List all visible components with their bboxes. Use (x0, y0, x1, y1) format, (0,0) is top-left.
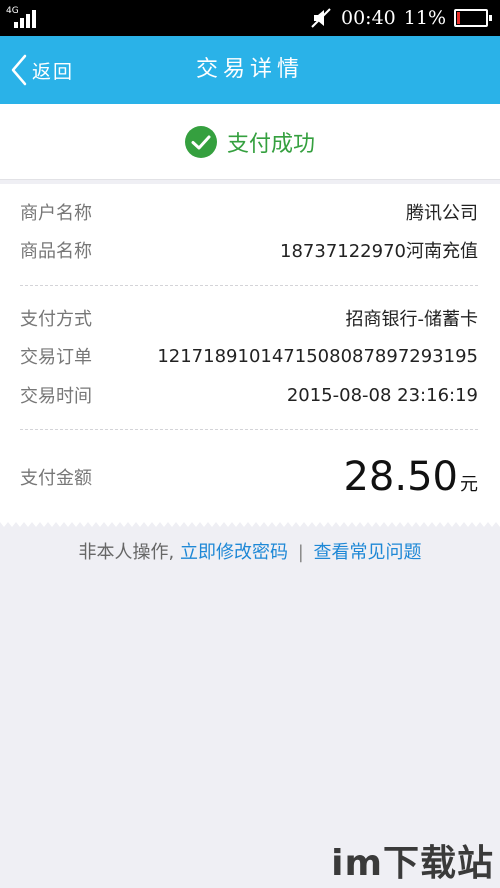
page-title: 交易详情 (195, 57, 304, 82)
result-text: 支付成功 (226, 131, 315, 157)
time-label: 交易时间 (20, 386, 92, 407)
merchant-value: 腾讯公司 (406, 203, 478, 224)
not-me-text: 非本人操作, (78, 542, 175, 563)
battery-percentage: 11% (403, 7, 446, 29)
payment-method-value: 招商银行-储蓄卡 (345, 309, 479, 330)
amount-value: 28.50 元 (343, 454, 478, 500)
divider (20, 285, 478, 286)
watermark: im下载站 (331, 843, 494, 884)
product-row: 商品名称 18737122970河南充值 (20, 231, 478, 269)
battery-level (457, 12, 460, 24)
divider (20, 429, 478, 430)
change-password-link[interactable]: 立即修改密码 (180, 542, 288, 563)
payment-method-label: 支付方式 (20, 309, 92, 330)
order-number-row: 交易订单 1217189101471508087897293195 (20, 337, 478, 375)
time-value: 2015-08-08 23:16:19 (286, 384, 478, 406)
amount-label: 支付金额 (20, 468, 92, 489)
success-check-icon (184, 125, 217, 158)
transaction-details: 商户名称 腾讯公司 商品名称 18737122970河南充值 支付方式 招商银行… (0, 184, 500, 522)
faq-link[interactable]: 查看常见问题 (314, 542, 422, 563)
time-row: 交易时间 2015-08-08 23:16:19 (20, 376, 478, 414)
link-separator: | (297, 542, 304, 563)
order-number-value: 1217189101471508087897293195 (157, 345, 478, 367)
payment-result: 支付成功 (0, 104, 500, 180)
payment-method-row: 支付方式 招商银行-储蓄卡 (20, 299, 478, 337)
status-bar: 4G 00:40 11% (0, 0, 500, 36)
status-time: 00:40 (341, 7, 396, 29)
signal-icon: 4G (6, 6, 36, 30)
product-label: 商品名称 (20, 241, 92, 262)
merchant-label: 商户名称 (20, 203, 92, 224)
amount-number: 28.50 (343, 454, 458, 500)
order-number-label: 交易订单 (20, 347, 92, 368)
merchant-row: 商户名称 腾讯公司 (20, 193, 478, 231)
card-zigzag-edge (0, 522, 500, 527)
battery-icon (454, 9, 492, 27)
nav-bar: 返回 交易详情 (0, 36, 500, 104)
amount-row: 支付金额 28.50 元 (20, 449, 478, 505)
footer-links: 非本人操作, 立即修改密码 | 查看常见问题 (0, 539, 500, 567)
amount-unit: 元 (460, 474, 478, 495)
product-value: 18737122970河南充值 (280, 241, 478, 262)
mute-icon (311, 8, 331, 28)
network-type: 4G (6, 6, 19, 16)
